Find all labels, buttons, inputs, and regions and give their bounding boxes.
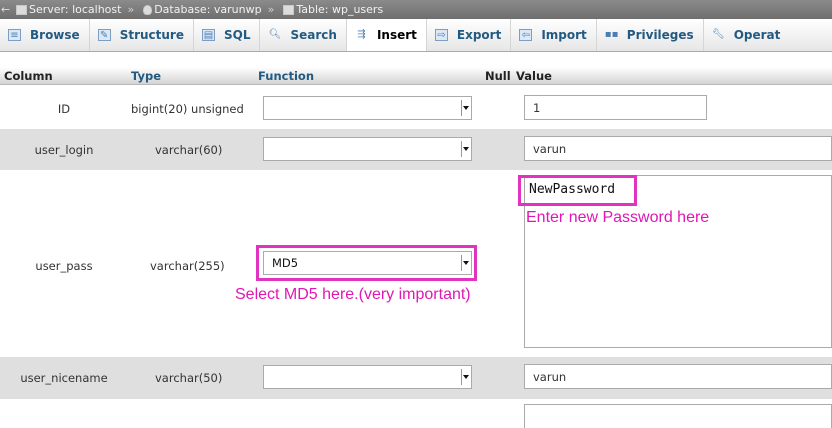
column-header: Column [4, 69, 53, 83]
function-select[interactable] [263, 137, 472, 161]
value-input[interactable]: varun [524, 136, 832, 161]
search-icon: 🔍︎ [268, 29, 282, 40]
sql-icon: ▤ [201, 29, 215, 41]
value-textarea[interactable] [524, 404, 832, 428]
function-header[interactable]: Function [258, 69, 314, 83]
breadcrumb-separator: » [127, 3, 135, 16]
md5-highlight-box [256, 245, 477, 281]
tab-label: Privileges [626, 28, 694, 42]
tab-structure[interactable]: ✎ Structure [90, 19, 194, 51]
md5-annotation: Select MD5 here.(very important) [235, 286, 471, 303]
type-header[interactable]: Type [131, 69, 161, 83]
column-name: user_login [34, 143, 94, 157]
table-header: Column Type Function Null Value [0, 67, 832, 85]
breadcrumb-separator: » [267, 3, 275, 16]
export-icon: ⇨ [434, 29, 448, 41]
privileges-icon: ▪▪ [604, 29, 619, 40]
tab-operations[interactable]: 🔧︎ Operat [704, 19, 790, 51]
tab-label: Structure [119, 28, 184, 42]
tab-bar: ≡ Browse ✎ Structure ▤ SQL 🔍︎ Search ⇶ I… [0, 19, 832, 52]
tab-insert[interactable]: ⇶ Insert [346, 19, 427, 51]
table-icon [283, 4, 295, 15]
function-select[interactable] [263, 365, 472, 389]
tab-label: Browse [30, 28, 80, 42]
null-header: Null [485, 69, 511, 83]
wrench-icon: 🔧︎ [711, 29, 725, 40]
arrow-left-icon[interactable]: ← [0, 3, 10, 16]
tab-import[interactable]: ⇦ Import [511, 19, 597, 51]
column-name: user_pass [35, 259, 93, 273]
tab-label: SQL [223, 28, 251, 42]
chevron-down-icon [461, 369, 469, 385]
value-input[interactable]: varun [524, 364, 832, 389]
column-name: user_nicename [20, 371, 108, 385]
chevron-down-icon [461, 100, 469, 116]
tab-label: Import [541, 28, 587, 42]
password-annotation: Enter new Password here [526, 209, 710, 226]
tab-label: Operat [733, 28, 781, 42]
breadcrumb: ← Server: localhost » Database: varunwp … [0, 0, 832, 19]
table-row: user_nicename varchar(50) varun [0, 357, 832, 399]
password-highlight-box [518, 175, 637, 206]
table-row: ID bigint(20) unsigned 1 [0, 86, 832, 129]
insert-icon: ⇶ [357, 29, 366, 40]
tab-search[interactable]: 🔍︎ Search [260, 19, 347, 51]
import-icon: ⇦ [519, 29, 533, 41]
column-type: bigint(20) unsigned [131, 102, 244, 116]
tab-privileges[interactable]: ▪▪ Privileges [597, 19, 704, 51]
tab-label: Insert [376, 28, 417, 42]
database-icon [143, 4, 153, 15]
table-row: user_login varchar(60) varun [0, 129, 832, 170]
value-header: Value [516, 69, 552, 83]
column-type: varchar(255) [150, 259, 225, 273]
column-name: ID [57, 102, 71, 116]
breadcrumb-database[interactable]: Database: varunwp [154, 3, 261, 16]
tab-export[interactable]: ⇨ Export [427, 19, 512, 51]
tab-label: Export [456, 28, 502, 42]
structure-icon: ✎ [97, 29, 111, 41]
breadcrumb-table[interactable]: Table: wp_users [296, 3, 383, 16]
tab-browse[interactable]: ≡ Browse [0, 19, 90, 51]
chevron-down-icon [461, 141, 469, 157]
tab-sql[interactable]: ▤ SQL [194, 19, 261, 51]
column-type: varchar(50) [155, 371, 223, 385]
tab-label: Search [290, 28, 337, 42]
browse-icon: ≡ [8, 29, 21, 41]
value-input[interactable]: 1 [524, 95, 707, 120]
server-icon [16, 4, 27, 15]
function-select[interactable] [263, 96, 472, 120]
breadcrumb-server[interactable]: Server: localhost [29, 3, 121, 16]
column-type: varchar(60) [155, 143, 223, 157]
